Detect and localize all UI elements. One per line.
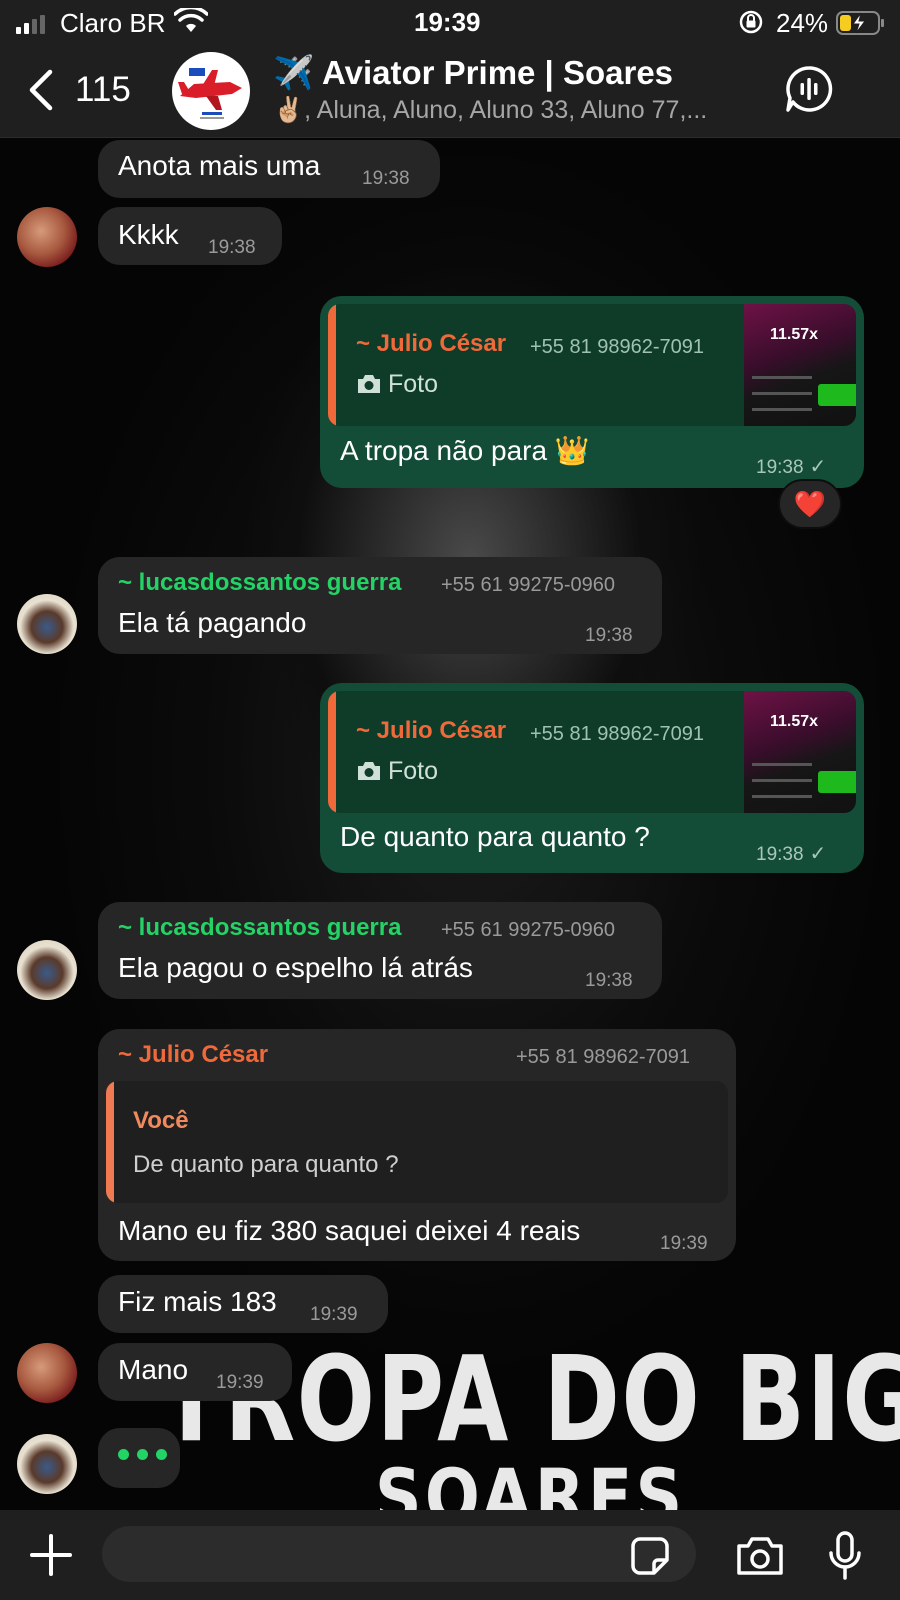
message-time: 19:38 [585, 625, 633, 646]
message-bubble[interactable]: Anota mais uma 19:38 [98, 140, 440, 198]
quote-phone: +55 81 98962-7091 [530, 723, 705, 745]
message-sender[interactable]: ~ Julio César [118, 1041, 268, 1069]
message-time: 19:38 [208, 237, 256, 258]
photo-thumbnail[interactable]: 11.57x [744, 304, 856, 426]
message-text: Fiz mais 183 [118, 1286, 277, 1317]
battery-icon [836, 10, 886, 43]
sender-avatar[interactable] [17, 207, 77, 267]
carrier-label: Claro BR [60, 8, 166, 38]
message-bubble[interactable]: Mano 19:39 [98, 1343, 292, 1401]
message-time: 19:39 [216, 1372, 264, 1393]
camera-button[interactable] [734, 1534, 786, 1583]
quote-accent-bar [106, 1081, 114, 1203]
message-text: A tropa não para 👑 [340, 435, 590, 466]
orientation-lock-icon [738, 9, 764, 42]
camera-icon [737, 1537, 783, 1575]
signal-icon [16, 14, 45, 34]
status-bar: Claro BR 19:39 24% [0, 0, 900, 46]
microphone-button[interactable] [826, 1530, 864, 1587]
plus-icon [30, 1534, 72, 1576]
quote-sender: ~ Julio César [356, 717, 507, 744]
attach-button[interactable] [28, 1532, 74, 1583]
quote-accent-bar [328, 691, 336, 813]
sender-avatar[interactable] [17, 940, 77, 1000]
typing-dots [118, 1449, 167, 1460]
camera-icon [358, 375, 380, 393]
message-time: 19:38 [362, 168, 410, 189]
message-text: Anota mais uma [118, 150, 321, 181]
back-button[interactable] [26, 68, 56, 117]
sender-phone: +55 61 99275-0960 [441, 919, 616, 941]
message-text: Mano eu fiz 380 saquei deixei 4 reais [118, 1215, 581, 1246]
message-text: Kkkk [118, 219, 179, 250]
chat-header: 115 ✈️ Aviator Prime | Soares ✌🏼, Aluna,… [0, 46, 900, 138]
clock: 19:39 [414, 7, 481, 37]
composer-bar [0, 1510, 900, 1600]
airplane-logo [178, 68, 242, 119]
thumbnail-multiplier: 11.57x [770, 326, 819, 343]
quote-media-label: Foto [356, 370, 438, 399]
outgoing-message-bubble[interactable]: ~ Julio César +55 81 98962-7091 Foto 11.… [320, 683, 864, 873]
battery-percent: 24% [776, 8, 829, 38]
unread-count[interactable]: 115 [75, 70, 131, 110]
sent-check-icon: ✓ [809, 843, 827, 865]
quote-text: De quanto para quanto ? [133, 1151, 399, 1178]
message-text: Ela tá pagando [118, 607, 307, 638]
sticker-button[interactable] [630, 1536, 670, 1581]
message-sender[interactable]: ~ lucasdossantos guerra [118, 914, 401, 942]
quoted-message[interactable]: Você De quanto para quanto ? [106, 1081, 728, 1203]
message-text: De quanto para quanto ? [340, 821, 650, 852]
message-time: 19:39 [660, 1233, 708, 1254]
quote-phone: +55 81 98962-7091 [530, 336, 705, 358]
message-sender[interactable]: ~ lucasdossantos guerra [118, 569, 401, 597]
microphone-icon [829, 1531, 861, 1580]
message-time: 19:39 [310, 1304, 358, 1325]
message-time: 19:38 ✓ [756, 456, 827, 478]
group-avatar[interactable] [172, 52, 250, 130]
sender-phone: +55 81 98962-7091 [516, 1046, 691, 1068]
group-call-button[interactable] [784, 64, 834, 119]
message-time: 19:38 [585, 970, 633, 991]
sent-check-icon: ✓ [809, 456, 827, 478]
chat-title[interactable]: ✈️ Aviator Prime | Soares [273, 54, 673, 93]
sticker-icon [631, 1537, 669, 1575]
message-bubble[interactable]: ~ lucasdossantos guerra +55 61 99275-096… [98, 902, 662, 999]
message-text: Ela pagou o espelho lá atrás [118, 952, 473, 983]
photo-thumbnail[interactable]: 11.57x [744, 691, 856, 813]
group-call-icon [786, 66, 833, 112]
quoted-message[interactable]: ~ Julio César +55 81 98962-7091 Foto 11.… [328, 304, 856, 426]
outgoing-message-bubble[interactable]: ~ Julio César +55 81 98962-7091 Foto 11.… [320, 296, 864, 488]
message-bubble[interactable]: ~ Julio César +55 81 98962-7091 Você De … [98, 1029, 736, 1261]
message-bubble[interactable]: Kkkk 19:38 [98, 207, 282, 265]
quote-sender: Você [133, 1107, 189, 1134]
message-text: Mano [118, 1354, 189, 1385]
wifi-icon [173, 5, 209, 41]
quote-sender: ~ Julio César [356, 330, 507, 357]
thumbnail-multiplier: 11.57x [770, 713, 819, 730]
sender-avatar[interactable] [17, 1434, 77, 1494]
message-bubble[interactable]: ~ lucasdossantos guerra +55 61 99275-096… [98, 557, 662, 654]
quoted-message[interactable]: ~ Julio César +55 81 98962-7091 Foto 11.… [328, 691, 856, 813]
sender-avatar[interactable] [17, 1343, 77, 1403]
sender-avatar[interactable] [17, 594, 77, 654]
chat-participants[interactable]: ✌🏼, Aluna, Aluno, Aluno 33, Aluno 77,... [273, 96, 763, 125]
chevron-left-icon [29, 69, 53, 111]
sender-phone: +55 61 99275-0960 [441, 574, 616, 596]
quote-accent-bar [328, 304, 336, 426]
message-bubble[interactable]: Fiz mais 183 19:39 [98, 1275, 388, 1333]
message-time: 19:38 ✓ [756, 843, 827, 865]
reaction-badge[interactable]: ❤️ [778, 479, 842, 529]
message-input[interactable] [102, 1526, 696, 1582]
camera-icon [358, 762, 380, 780]
quote-media-label: Foto [356, 757, 438, 786]
